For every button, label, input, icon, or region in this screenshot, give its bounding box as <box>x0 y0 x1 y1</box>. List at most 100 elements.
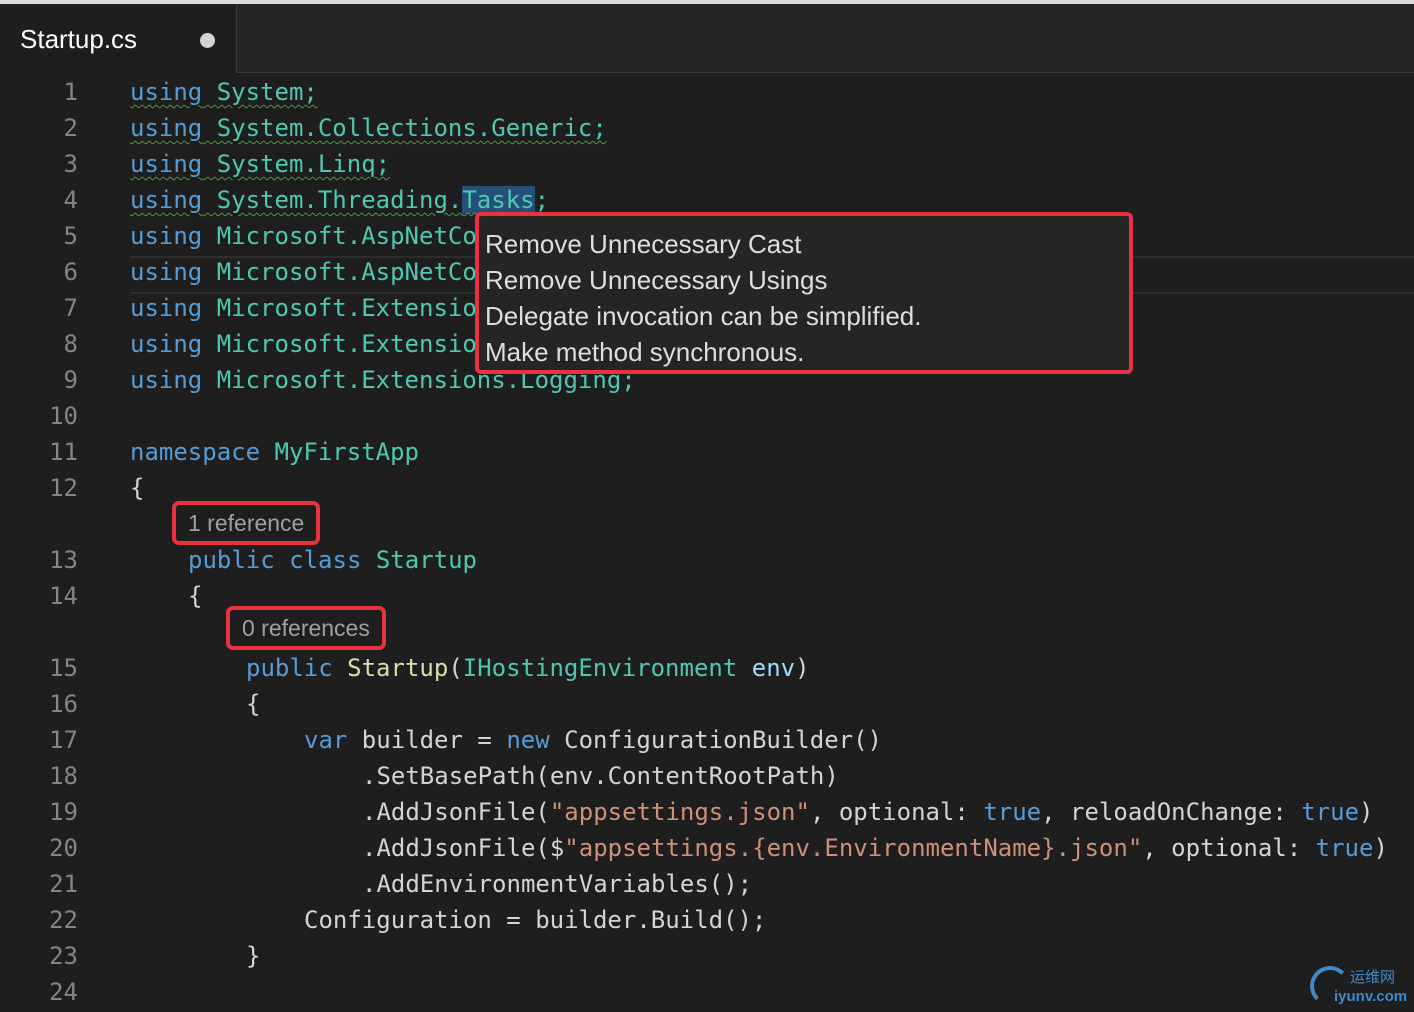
line-number: 10 <box>49 402 78 430</box>
namespace-ref: System; <box>216 78 318 106</box>
tab-title: Startup.cs <box>20 24 138 54</box>
code-text: .AddJsonFile( <box>362 798 550 826</box>
code-line[interactable]: 20 .AddJsonFile($"appsettings.{env.Envir… <box>0 830 1414 866</box>
code-text: Configuration = builder.Build(); <box>304 906 767 934</box>
string-literal: "appsettings.{env.EnvironmentName}.json" <box>564 834 1143 862</box>
code-line[interactable]: 23 } <box>0 938 1414 974</box>
code-text: , optional: <box>809 798 984 826</box>
keyword: public <box>188 546 275 574</box>
line-number: 1 <box>63 78 78 106</box>
line-number: 21 <box>49 870 78 898</box>
line-number: 8 <box>63 330 78 358</box>
keyword: class <box>289 546 362 574</box>
code-line[interactable]: 2 using System.Collections.Generic; <box>0 110 1414 146</box>
code-line[interactable]: 13 public class Startup <box>0 542 1414 578</box>
code-text: ) <box>1373 834 1388 862</box>
code-text: builder = <box>347 726 507 754</box>
code-line[interactable]: 1 using System; <box>0 74 1414 110</box>
keyword: using <box>130 222 203 250</box>
keyword: true <box>1315 834 1374 862</box>
brace: { <box>188 582 203 610</box>
line-number: 19 <box>49 798 78 826</box>
line-number: 20 <box>49 834 78 862</box>
quickfix-item-remove-usings[interactable]: Remove Unnecessary Usings <box>485 262 827 298</box>
tab-startup-cs[interactable]: Startup.cs <box>0 4 237 73</box>
keyword: true <box>1301 798 1360 826</box>
code-line[interactable]: 14 { <box>0 578 1414 614</box>
line-number: 24 <box>49 978 78 1006</box>
param-name: env <box>751 654 796 682</box>
tab-bar: Startup.cs <box>0 4 1414 73</box>
line-number: 16 <box>49 690 78 718</box>
tab-bar-empty-area <box>237 4 1414 73</box>
line-number: 18 <box>49 762 78 790</box>
code-line[interactable]: 16 { <box>0 686 1414 722</box>
quickfix-item-simplify-delegate[interactable]: Delegate invocation can be simplified. <box>485 298 921 334</box>
watermark-en: iyunv.com <box>1334 988 1408 1005</box>
paren: ( <box>448 654 463 682</box>
code-text: .AddJsonFile($ <box>362 834 565 862</box>
line-number: 12 <box>49 474 78 502</box>
codelens-ctor-references[interactable]: 0 references <box>226 606 386 650</box>
code-line[interactable]: 17 var builder = new ConfigurationBuilde… <box>0 722 1414 758</box>
line-number: 3 <box>63 150 78 178</box>
quickfix-item-remove-cast[interactable]: Remove Unnecessary Cast <box>485 226 801 262</box>
keyword: using <box>130 150 203 178</box>
keyword: using <box>130 114 203 142</box>
code-line[interactable]: 3 using System.Linq; <box>0 146 1414 182</box>
constructor-name: Startup <box>347 654 449 682</box>
namespace-name: MyFirstApp <box>274 438 420 466</box>
keyword: true <box>983 798 1042 826</box>
line-number: 17 <box>49 726 78 754</box>
unsaved-dot-icon[interactable] <box>200 33 215 48</box>
code-text: , optional: <box>1142 834 1316 862</box>
keyword: namespace <box>130 438 261 466</box>
line-number: 14 <box>49 582 78 610</box>
code-line[interactable]: 10 <box>0 398 1414 434</box>
code-text: .SetBasePath(env.ContentRootPath) <box>362 762 839 790</box>
line-number: 5 <box>63 222 78 250</box>
line-number: 11 <box>49 438 78 466</box>
line-number: 2 <box>63 114 78 142</box>
keyword: using <box>130 78 203 106</box>
keyword: using <box>130 294 203 322</box>
line-number: 22 <box>49 906 78 934</box>
keyword: using <box>130 366 203 394</box>
keyword: public <box>246 654 333 682</box>
namespace-ref: Microsoft.Extensio <box>216 330 477 358</box>
code-line[interactable]: 22 Configuration = builder.Build(); <box>0 902 1414 938</box>
code-line[interactable]: 21 .AddEnvironmentVariables(); <box>0 866 1414 902</box>
code-text: , reloadOnChange: <box>1041 798 1302 826</box>
brace: } <box>246 942 261 970</box>
keyword: new <box>506 726 550 754</box>
namespace-ref: Microsoft.AspNetCo <box>216 258 477 286</box>
keyword: using <box>130 258 203 286</box>
namespace-ref: Microsoft.Extensio <box>216 294 477 322</box>
watermark-cn: 运维网 <box>1350 968 1396 986</box>
line-number: 9 <box>63 366 78 394</box>
line-number: 6 <box>63 258 78 286</box>
line-number: 23 <box>49 942 78 970</box>
quickfix-item-make-synchronous[interactable]: Make method synchronous. <box>485 334 804 370</box>
code-text: .AddEnvironmentVariables(); <box>362 870 753 898</box>
namespace-ref: System.Threading. <box>216 186 463 214</box>
semicolon: ; <box>534 186 550 214</box>
code-line[interactable]: 19 .AddJsonFile("appsettings.json", opti… <box>0 794 1414 830</box>
selected-word: Tasks <box>462 186 535 214</box>
codelens-class-references[interactable]: 1 reference <box>172 501 321 545</box>
brace: { <box>130 474 145 502</box>
code-text: ConfigurationBuilder() <box>549 726 883 754</box>
code-line[interactable]: 11 namespace MyFirstApp <box>0 434 1414 470</box>
class-name: Startup <box>375 546 478 574</box>
watermark-logo: 运维网 iyunv.com <box>1308 962 1412 1008</box>
paren: ) <box>795 654 810 682</box>
keyword: using <box>130 330 203 358</box>
namespace-ref: System.Collections.Generic; <box>216 114 607 142</box>
code-line[interactable]: 18 .SetBasePath(env.ContentRootPath) <box>0 758 1414 794</box>
code-line[interactable]: 15 public Startup(IHostingEnvironment en… <box>0 650 1414 686</box>
code-line[interactable]: 24 <box>0 974 1414 1010</box>
keyword: using <box>130 186 203 214</box>
param-type: IHostingEnvironment <box>462 654 738 682</box>
string-literal: "appsettings.json" <box>549 798 810 826</box>
line-number: 13 <box>49 546 78 574</box>
